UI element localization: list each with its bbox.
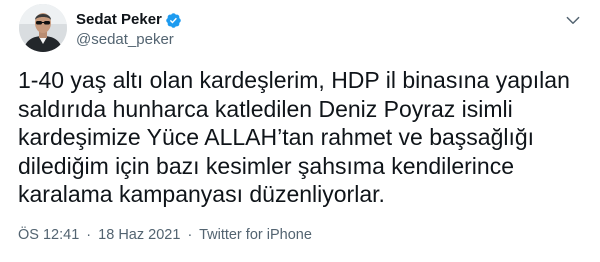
meta-separator: · xyxy=(187,227,193,243)
tweet-card: Sedat Peker @sedat_peker 1-40 yaş altı o… xyxy=(0,0,600,262)
author-name[interactable]: Sedat Peker xyxy=(76,11,182,29)
author-name-text: Sedat Peker xyxy=(76,11,162,28)
chevron-down-icon xyxy=(566,16,580,25)
tweet-date[interactable]: 18 Haz 2021 xyxy=(98,227,180,243)
more-options-button[interactable] xyxy=(562,10,584,30)
tweet-text: 1-40 yaş altı olan kardeşlerim, HDP il b… xyxy=(18,67,570,207)
meta-separator: · xyxy=(86,227,92,243)
avatar[interactable] xyxy=(19,4,67,52)
tweet-time[interactable]: ÖS 12:41 xyxy=(18,227,79,243)
author-handle[interactable]: @sedat_peker xyxy=(76,31,174,49)
verified-badge-icon xyxy=(166,12,181,28)
tweet-source[interactable]: Twitter for iPhone xyxy=(199,227,312,243)
avatar-image xyxy=(19,4,67,52)
tweet-meta: ÖS 12:41 · 18 Haz 2021 · Twitter for iPh… xyxy=(18,226,312,244)
